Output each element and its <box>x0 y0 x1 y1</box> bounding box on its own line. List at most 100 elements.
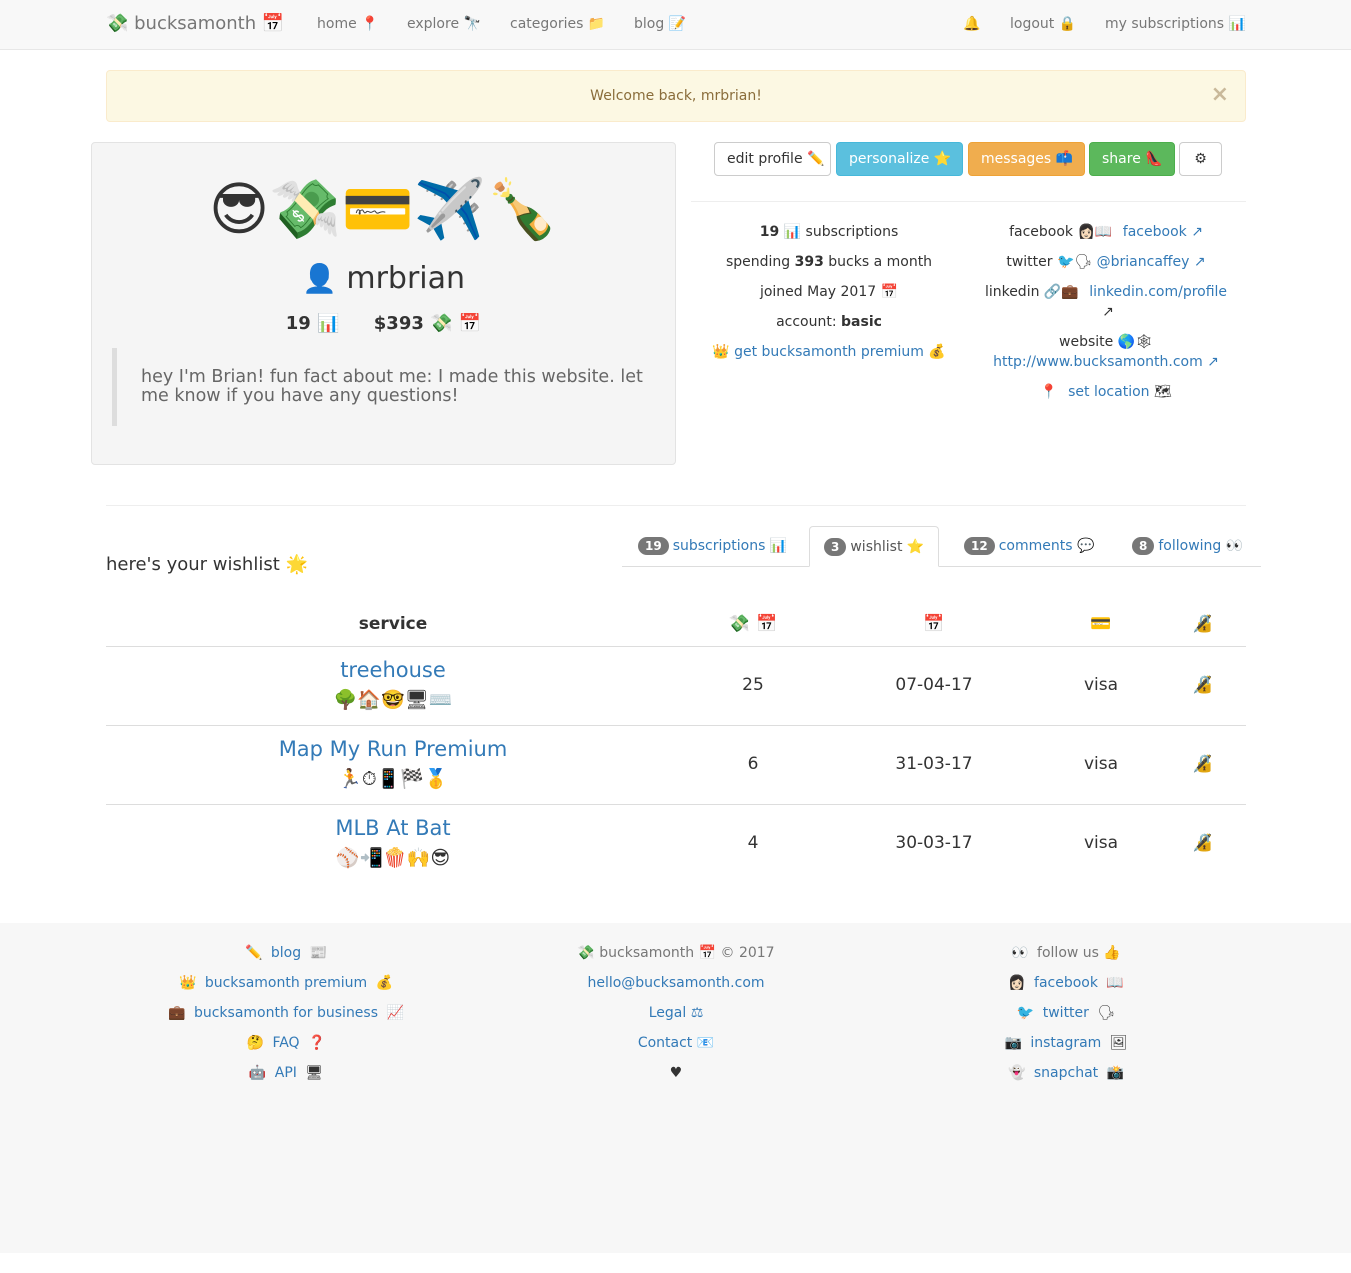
footer-snapchat-link[interactable]: snapchat <box>1034 1065 1098 1081</box>
table-header-line <box>106 646 1246 647</box>
nav-blog[interactable]: blog 📝 <box>634 16 686 32</box>
profile-emoji-banner: 😎💸💳✈️🍾 <box>208 175 559 243</box>
tab-label: wishlist ⭐ <box>850 539 925 555</box>
crown-icon: 👑 <box>178 975 197 991</box>
username-text: mrbrian <box>346 261 466 296</box>
footer-instagram: 📷 instagram 🖼 <box>876 1033 1256 1063</box>
linkedin-label: linkedin 🔗💼 <box>984 284 1079 300</box>
tab-following[interactable]: 8 following 👀 <box>1118 526 1257 567</box>
footer-blog: ✏️ blog 📰 <box>96 943 476 973</box>
footer-email-link[interactable]: hello@bucksamonth.com <box>587 975 764 991</box>
header-lock: 🔏 <box>1192 614 1214 634</box>
footer-api: 🤖 API 🖥 <box>96 1063 476 1093</box>
service-emojis: 🌳🏠🤓🖥⌨️ <box>333 689 453 711</box>
share-button[interactable]: share 👠 <box>1089 142 1175 176</box>
tab-comments[interactable]: 12 comments 💬 <box>950 526 1108 567</box>
tab-wishlist[interactable]: 3 wishlist ⭐ <box>809 526 940 567</box>
service-emojis: 🏃⏱📱🏁🥇 <box>338 768 448 790</box>
robot-icon: 🤖 <box>248 1065 267 1081</box>
row-divider <box>106 725 1246 726</box>
website-link[interactable]: http://www.bucksamonth.com ↗ <box>993 354 1219 370</box>
service-link[interactable]: MLB At Bat <box>106 816 680 840</box>
eyes-icon: 👀 <box>1011 945 1029 961</box>
twitter-profile-link[interactable]: @briancaffey ↗ <box>1097 254 1206 270</box>
wishlist-heading: here's your wishlist 🌟 <box>106 554 308 575</box>
tab-subscriptions[interactable]: 19 subscriptions 📊 <box>624 526 801 567</box>
settings-button[interactable]: ⚙ <box>1179 142 1222 176</box>
info-spending-value: 393 <box>794 254 824 270</box>
set-location-link[interactable]: set location <box>1068 384 1149 400</box>
info-premium: 👑 get bucksamonth premium 💰 <box>691 342 967 362</box>
map-icon: 🗺 <box>1153 384 1172 400</box>
lock-icon[interactable]: 🔏 <box>1172 675 1234 695</box>
website-label: website 🌎🕸 <box>1059 334 1153 350</box>
edit-profile-button[interactable]: edit profile ✏️ <box>714 142 831 176</box>
newspaper-icon: 📰 <box>309 945 327 961</box>
info-twitter: twitter 🐦🗣 @briancaffey ↗ <box>976 252 1236 272</box>
heart-icon: ♥ <box>669 1065 683 1081</box>
footer-business: 💼 bucksamonth for business 📈 <box>96 1003 476 1033</box>
facebook-profile-link[interactable]: facebook ↗ <box>1123 224 1203 240</box>
footer-twitter-link[interactable]: twitter <box>1043 1005 1089 1021</box>
header-card: 💳 <box>1090 614 1112 634</box>
crown-icon: 👑 <box>712 344 730 360</box>
brand-logo-link[interactable]: 💸 bucksamonth 📅 <box>106 13 284 34</box>
info-spending-post: bucks a month <box>823 254 933 270</box>
money-bag-icon: 💰 <box>375 975 394 991</box>
footer-col-links: ✏️ blog 📰 👑 bucksamonth premium 💰 💼 buck… <box>96 943 476 1093</box>
profile-username: 👤 mrbrian <box>92 261 675 296</box>
money-bag-icon: 💰 <box>928 344 946 360</box>
linkedin-arrow: ↗ <box>1102 304 1114 320</box>
footer-facebook-link[interactable]: facebook <box>1034 975 1098 991</box>
lock-icon[interactable]: 🔏 <box>1172 754 1234 774</box>
info-spending: spending 393 bucks a month <box>691 252 967 272</box>
date-cell: 31-03-17 <box>895 754 973 774</box>
bell-icon[interactable]: 🔔 <box>963 16 980 32</box>
footer-legal-link[interactable]: Legal ⚖ <box>649 1005 704 1021</box>
tab-badge: 8 <box>1132 537 1155 555</box>
service-link[interactable]: Map My Run Premium <box>106 737 680 761</box>
footer-snapchat: 👻 snapchat 📸 <box>876 1063 1256 1093</box>
info-subs-count: 19 <box>759 224 780 240</box>
monitor-icon: 🖥 <box>305 1065 324 1081</box>
follow-us-text: follow us 👍 <box>1037 945 1121 961</box>
info-account-label: account: <box>776 314 842 330</box>
nav-categories[interactable]: categories 📁 <box>510 16 605 32</box>
profile-card: 😎💸💳✈️🍾 👤 mrbrian 19 📊 $393 💸 📅 hey I'm B… <box>91 142 676 465</box>
footer-facebook: 👩🏻 facebook 📖 <box>876 973 1256 1003</box>
footer-contact-link[interactable]: Contact 📧 <box>638 1035 714 1051</box>
footer-blog-link[interactable]: blog <box>271 945 301 961</box>
section-divider <box>106 505 1246 506</box>
close-icon[interactable]: × <box>1211 71 1229 119</box>
top-navbar: 💸 bucksamonth 📅 home 📍 explore 🔭 categor… <box>0 0 1351 50</box>
messages-button[interactable]: messages 📫 <box>968 142 1085 176</box>
info-facebook: facebook 👩🏻📖 facebook ↗ <box>976 222 1236 242</box>
footer-faq-link[interactable]: FAQ <box>272 1035 299 1051</box>
service-link[interactable]: treehouse <box>106 658 680 682</box>
linkedin-profile-link[interactable]: linkedin.com/profile <box>1089 284 1227 300</box>
nav-home[interactable]: home 📍 <box>317 16 379 32</box>
header-service: service <box>358 614 428 634</box>
footer-col-social: 👀 follow us 👍 👩🏻 facebook 📖 🐦 twitter 🗣 … <box>876 943 1256 1093</box>
book-icon: 📖 <box>1106 975 1124 991</box>
get-premium-link[interactable]: get bucksamonth premium <box>734 344 924 360</box>
footer-premium-link[interactable]: bucksamonth premium <box>205 975 367 991</box>
nav-my-subscriptions[interactable]: my subscriptions 📊 <box>1105 16 1246 32</box>
bird-icon: 🐦 <box>1016 1005 1035 1021</box>
footer-instagram-link[interactable]: instagram <box>1030 1035 1101 1051</box>
site-footer: ✏️ blog 📰 👑 bucksamonth premium 💰 💼 buck… <box>0 923 1351 1253</box>
profile-stats: 19 📊 $393 💸 📅 <box>92 313 675 334</box>
footer-premium: 👑 bucksamonth premium 💰 <box>96 973 476 1003</box>
info-subs-label: 📊 subscriptions <box>783 224 899 240</box>
lock-icon[interactable]: 🔏 <box>1172 833 1234 853</box>
info-website: website 🌎🕸 http://www.bucksamonth.com ↗ <box>976 332 1236 372</box>
footer-business-link[interactable]: bucksamonth for business <box>194 1005 378 1021</box>
footer-twitter: 🐦 twitter 🗣 <box>876 1003 1256 1033</box>
footer-api-link[interactable]: API <box>275 1065 297 1081</box>
nav-logout[interactable]: logout 🔒 <box>1010 16 1076 32</box>
pin-icon: 📍 <box>1040 384 1058 400</box>
nav-explore[interactable]: explore 🔭 <box>407 16 481 32</box>
row-divider <box>106 804 1246 805</box>
briefcase-icon: 💼 <box>168 1005 186 1021</box>
personalize-button[interactable]: personalize ⭐ <box>836 142 963 176</box>
